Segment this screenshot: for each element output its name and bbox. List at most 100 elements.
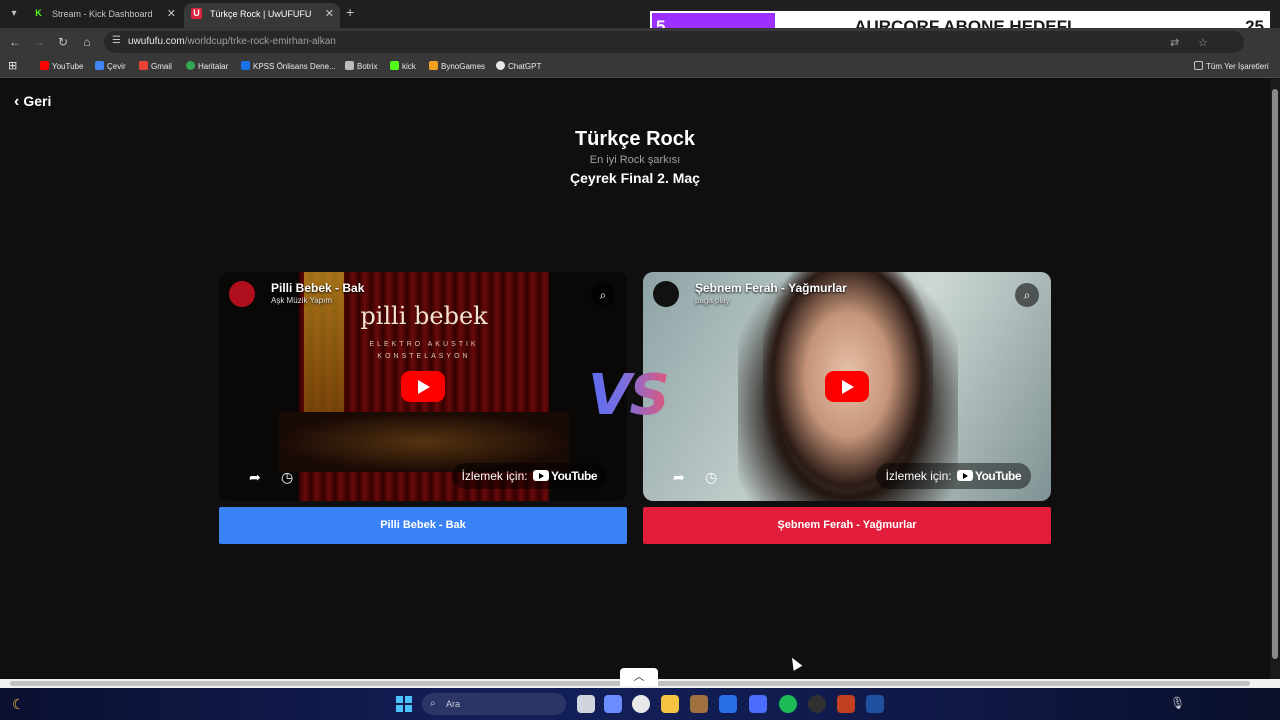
back-arrow-icon[interactable]: ←	[7, 34, 23, 50]
bookmark-chatgpt[interactable]: ChatGPT	[496, 61, 541, 71]
scrollbar-thumb[interactable]	[1272, 89, 1278, 659]
share-icon[interactable]: ➦	[673, 469, 685, 486]
chevron-left-icon: ‹	[14, 93, 20, 110]
uwufufu-favicon-icon: U	[191, 8, 202, 19]
spotify-icon[interactable]	[779, 695, 797, 713]
microphone-icon[interactable]: 🎙	[1170, 696, 1185, 710]
video-title[interactable]: Şebnem Ferah - Yağmurlar	[695, 281, 847, 295]
taskbar-search[interactable]: ⌕ Ara	[422, 693, 566, 715]
watch-on-youtube-button[interactable]: İzlemek için: YouTube	[875, 463, 1031, 489]
bookmark-youtube[interactable]: YouTube	[40, 61, 83, 71]
reload-icon[interactable]: ↻	[55, 34, 71, 50]
band-logo: pilli bebek	[360, 302, 488, 330]
bookmark-label: Tüm Yer İşaretleri	[1206, 62, 1269, 71]
steam-icon[interactable]	[808, 695, 826, 713]
home-icon[interactable]: ⌂	[79, 34, 95, 50]
bookmark-kick[interactable]: kick	[390, 61, 416, 71]
bookmark-kpss[interactable]: KPSS Önlisans Dene...	[241, 61, 336, 71]
app-icon[interactable]	[690, 695, 708, 713]
page-subtitle: En iyi Rock şarkısı	[589, 154, 681, 166]
store-icon[interactable]	[719, 695, 737, 713]
video-channel[interactable]: Aşk Müzik Yapım	[271, 296, 332, 305]
bookmark-star-icon[interactable]: ☆	[1198, 36, 1208, 49]
bookmark-label: ChatGPT	[508, 62, 542, 71]
chrome-icon[interactable]	[632, 695, 650, 713]
watch-on-youtube-button[interactable]: İzlemek için: YouTube	[451, 463, 607, 489]
play-button-icon[interactable]	[825, 371, 869, 402]
tab-uwufufu[interactable]: U Türkçe Rock | UwUFUFU ✕	[184, 3, 340, 28]
play-button-icon[interactable]	[401, 371, 445, 402]
watch-later-clock-icon[interactable]: ◷	[705, 469, 717, 486]
close-tab-icon[interactable]: ✕	[325, 3, 334, 25]
app-icon[interactable]	[837, 695, 855, 713]
app-icon[interactable]	[749, 695, 767, 713]
task-view-icon[interactable]	[577, 695, 595, 713]
bookmark-cevir[interactable]: Çevir	[95, 61, 126, 71]
round-label: Çeyrek Final 2. Maç	[570, 170, 700, 186]
channel-avatar[interactable]	[653, 281, 679, 307]
zoom-icon[interactable]: ⌕	[591, 283, 615, 307]
file-explorer-icon[interactable]	[661, 695, 679, 713]
url-path: /worldcup/trke-rock-emirhan-alkan	[184, 36, 336, 47]
maps-pin-icon	[186, 61, 195, 70]
channel-avatar[interactable]	[229, 281, 255, 307]
bookmark-bynogames[interactable]: BynoGames	[429, 61, 485, 71]
windows-start-icon[interactable]	[396, 696, 412, 712]
bookmark-label: BynoGames	[441, 62, 486, 71]
widgets-icon[interactable]	[604, 695, 622, 713]
site-info-icon[interactable]: ☰	[112, 35, 121, 46]
chevron-up-icon[interactable]: ︿	[620, 668, 658, 686]
kick-favicon-icon: K	[35, 8, 42, 18]
windows-logo-pane	[405, 705, 412, 712]
bookmark-label: Haritalar	[198, 62, 229, 71]
youtube-icon	[532, 470, 549, 481]
windows-logo-pane	[405, 696, 412, 703]
bookmark-botrix[interactable]: Botrix	[345, 61, 377, 71]
video-player-right[interactable]: Şebnem Ferah - Yağmurlar paga play ⌕ ➦ ◷…	[643, 272, 1051, 501]
search-icon: ⌕	[430, 698, 436, 709]
vs-badge: VS	[588, 363, 670, 428]
bookmark-label: kick	[402, 62, 416, 71]
page-title: Türkçe Rock	[574, 128, 696, 150]
tab-search-icon[interactable]: ▾	[6, 6, 22, 22]
weather-moon-icon[interactable]: ☾	[12, 696, 25, 713]
bynogames-icon	[429, 61, 438, 70]
back-label: Geri	[23, 93, 52, 109]
watch-label: İzlemek için:	[885, 469, 952, 483]
share-icon[interactable]: ➦	[249, 469, 261, 486]
all-bookmarks-folder[interactable]: Tüm Yer İşaretleri	[1194, 61, 1269, 71]
choose-left-button[interactable]: Pilli Bebek - Bak	[219, 507, 627, 544]
video-player-left[interactable]: pilli bebek ELEKTRO AKUSTIK KONSTELASYON…	[219, 272, 627, 501]
bookmark-gmail[interactable]: Gmail	[139, 61, 172, 71]
apps-grid-icon[interactable]: ⊞	[8, 59, 17, 72]
bookmark-haritalar[interactable]: Haritalar	[186, 61, 228, 71]
forward-arrow-icon[interactable]: →	[31, 34, 47, 50]
page-content: ‹ Geri Türkçe Rock En iyi Rock şarkısı Çe…	[0, 79, 1270, 679]
video-channel[interactable]: paga play	[695, 296, 730, 305]
search-placeholder: Ara	[446, 699, 461, 709]
translate-icon[interactable]: ⇄	[1170, 36, 1179, 49]
translate-icon	[95, 61, 104, 70]
tab-label: Türkçe Rock | UwUFUFU	[210, 9, 312, 19]
app-icon[interactable]	[866, 695, 884, 713]
choose-right-button[interactable]: Şebnem Ferah - Yağmurlar	[643, 507, 1051, 544]
zoom-icon[interactable]: ⌕	[1015, 283, 1039, 307]
close-tab-icon[interactable]: ✕	[167, 3, 176, 25]
watch-label: İzlemek için:	[461, 469, 528, 483]
new-tab-icon[interactable]: +	[346, 4, 354, 20]
watch-later-clock-icon[interactable]: ◷	[281, 469, 293, 486]
bookmark-label: KPSS Önlisans Dene...	[253, 62, 336, 71]
youtube-icon	[40, 61, 49, 70]
url-host: uwufufu.com	[128, 36, 185, 47]
tab-kick-dashboard[interactable]: K Stream - Kick Dashboard ✕	[26, 3, 182, 28]
video-title[interactable]: Pilli Bebek - Bak	[271, 281, 364, 295]
bookmark-label: Botrix	[357, 62, 378, 71]
band-subtitle: ELEKTRO AKUSTIK KONSTELASYON	[369, 341, 479, 360]
bookmark-label: Çevir	[107, 62, 126, 71]
vertical-scrollbar[interactable]	[1270, 79, 1280, 679]
gmail-icon	[139, 61, 148, 70]
back-link[interactable]: ‹ Geri	[14, 93, 51, 111]
chatgpt-icon	[496, 61, 505, 70]
url-field[interactable]: ☰ uwufufu.com/worldcup/trke-rock-emirhan…	[104, 31, 1244, 53]
tab-label: Stream - Kick Dashboard	[52, 9, 153, 19]
